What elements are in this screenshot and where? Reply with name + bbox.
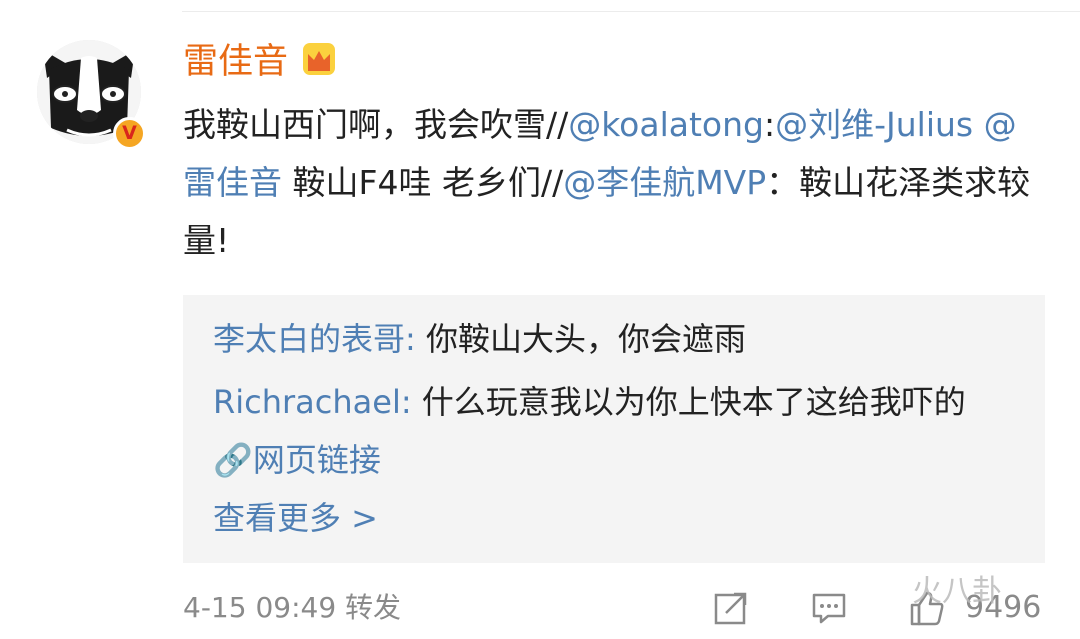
- web-link[interactable]: 网页链接: [253, 441, 381, 479]
- mention-link[interactable]: @koalatong: [568, 105, 764, 144]
- repost-comments-box[interactable]: 李太白的表哥: 你鞍山大头，你会遮雨 Richrachael: 什么玩意我以为你…: [183, 295, 1045, 563]
- comment-text: 什么玩意我以为你上快本了这给我吓的: [411, 383, 966, 421]
- link-icon[interactable]: 🔗: [213, 441, 253, 479]
- post-text-part: [973, 105, 984, 144]
- crown-icon[interactable]: [300, 40, 338, 78]
- username[interactable]: 雷佳音: [183, 40, 288, 84]
- post-text-part: 鞍山F4哇 老乡们//: [282, 163, 564, 202]
- view-more-link[interactable]: 查看更多 >: [213, 489, 378, 547]
- share-icon[interactable]: [712, 589, 750, 627]
- post-text-part: :: [763, 105, 776, 144]
- post-timestamp: 4-15 09:49 转发: [183, 591, 402, 624]
- post-text-part: 我鞍山西门啊，我会吹雪//: [183, 105, 569, 144]
- top-divider: [182, 11, 1080, 12]
- comment-text: 你鞍山大头，你会遮雨: [415, 320, 746, 358]
- comment-icon[interactable]: [810, 589, 848, 627]
- mention-link[interactable]: @李佳航MVP: [563, 163, 766, 202]
- comment-item: 李太白的表哥: 你鞍山大头，你会遮雨: [213, 310, 1013, 368]
- commenter-name[interactable]: 李太白的表哥:: [213, 320, 416, 358]
- verified-v-icon: V: [113, 117, 146, 150]
- watermark: 火八卦: [912, 574, 1002, 609]
- mention-link[interactable]: @刘维-Julius: [775, 105, 973, 144]
- commenter-name[interactable]: Richrachael:: [213, 383, 412, 421]
- post-text: 我鞍山西门啊，我会吹雪//@koalatong:@刘维-Julius @雷佳音 …: [183, 96, 1033, 270]
- comment-item: Richrachael: 什么玩意我以为你上快本了这给我吓的 🔗网页链接: [213, 373, 1013, 489]
